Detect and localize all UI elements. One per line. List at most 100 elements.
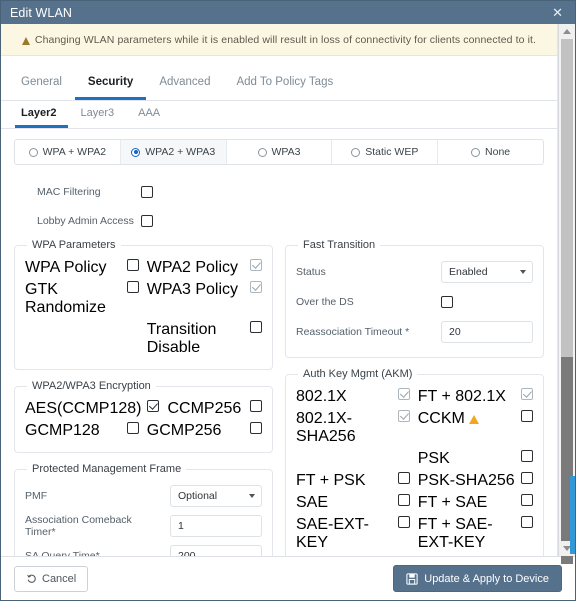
field-label: FT + SAE [417, 494, 488, 511]
field-akm-psk-sha256: PSK-SHA256 [418, 472, 533, 490]
akm-row-3: PSK [296, 448, 533, 470]
pmf-select[interactable]: Optional [170, 485, 262, 507]
field-label: AES(CCMP128) [25, 400, 142, 417]
field-gcmp256: GCMP256 [147, 422, 262, 440]
field-label: FT + 802.1X [417, 388, 506, 405]
aes-ccmp128-checkbox[interactable] [147, 400, 160, 412]
gtk-randomize-checkbox[interactable] [126, 281, 139, 293]
pmf-section: Protected Management Frame PMF Optional … [14, 463, 273, 556]
radio-none[interactable]: None [438, 140, 543, 164]
field-reassociation-timeout: Reassociation Timeout * [296, 317, 533, 347]
fast-transition-legend: Fast Transition [303, 239, 376, 251]
update-apply-button-label: Update & Apply to Device [424, 572, 549, 585]
akm-section: Auth Key Mgmt (AKM) 802.1X FT + 802.1X 8… [285, 368, 544, 556]
akm-spacer [296, 450, 410, 468]
tab-layer3[interactable]: Layer3 [68, 101, 126, 128]
tab-security[interactable]: Security [74, 67, 147, 100]
tab-aaa[interactable]: AAA [126, 101, 172, 128]
association-comeback-timer-input[interactable] [170, 515, 262, 537]
akm-ft-psk-checkbox[interactable] [397, 472, 410, 484]
vertical-scrollbar[interactable] [558, 24, 575, 564]
field-label: WPA2 Policy [146, 259, 239, 276]
field-akm-ft-psk: FT + PSK [296, 472, 410, 490]
close-icon[interactable]: ✕ [549, 4, 566, 21]
ft-status-select[interactable]: Enabled [441, 261, 533, 283]
sa-query-time-input[interactable] [170, 545, 262, 556]
field-label: 802.1X-SHA256 [296, 410, 356, 445]
dialog-title: Edit WLAN [10, 5, 73, 20]
field-label: CCMP256 [167, 400, 242, 417]
lobby-admin-access-checkbox[interactable] [141, 214, 153, 227]
akm-ft-sae-checkbox[interactable] [521, 494, 533, 506]
wpa-row-3: Transition Disable [25, 319, 262, 359]
chevron-up-icon [563, 29, 571, 34]
tab-advanced[interactable]: Advanced [146, 67, 223, 100]
field-sa-query-time: SA Query Time* [25, 541, 262, 556]
akm-row-6: SAE-EXT-KEY FT + SAE-EXT-KEY [296, 514, 533, 554]
field-akm-sae-ext-key: SAE-EXT-KEY [296, 516, 410, 552]
wpa-row-2: GTK Randomize WPA3 Policy [25, 279, 262, 319]
scrollbar-thumb-upper[interactable] [561, 39, 573, 357]
field-akm-psk: PSK [418, 450, 533, 468]
wpa-policy-checkbox[interactable] [126, 259, 139, 271]
field-akm-ft-sae: FT + SAE [418, 494, 533, 512]
akm-8021x-checkbox[interactable] [397, 388, 410, 400]
wpa3-policy-checkbox[interactable] [250, 281, 262, 293]
radio-icon [257, 147, 267, 157]
field-transition-disable: Transition Disable [147, 321, 262, 357]
radio-icon [28, 147, 38, 157]
tab-layer2[interactable]: Layer2 [15, 101, 69, 128]
gcmp128-checkbox[interactable] [126, 422, 139, 434]
page-accent-edge [570, 476, 575, 554]
akm-row-5: SAE FT + SAE [296, 492, 533, 514]
radio-label: Static WEP [365, 146, 419, 158]
gcmp256-checkbox[interactable] [250, 422, 262, 434]
akm-sae-ext-key-checkbox[interactable] [397, 516, 410, 528]
radio-wpa-wpa2[interactable]: WPA + WPA2 [15, 140, 121, 164]
field-label: FT + PSK [296, 472, 366, 489]
field-akm-8021x-sha256: 802.1X-SHA256 [296, 410, 410, 446]
radio-wpa2-wpa3[interactable]: WPA2 + WPA3 [120, 140, 227, 164]
field-association-comeback-timer: Association Comeback Timer* [25, 511, 262, 541]
field-gcmp128: GCMP128 [25, 422, 139, 440]
akm-cckm-checkbox[interactable] [521, 410, 533, 422]
akm-psk-sha256-checkbox[interactable] [521, 472, 533, 484]
cancel-button[interactable]: Cancel [14, 565, 89, 592]
tab-general[interactable]: General [15, 67, 75, 100]
akm-8021x-sha256-checkbox[interactable] [397, 410, 410, 422]
field-label: FT + SAE-EXT-KEY [417, 516, 493, 551]
over-the-ds-checkbox[interactable] [441, 296, 453, 308]
tab-add-to-policy-tags[interactable]: Add To Policy Tags [223, 67, 346, 100]
encryption-row-2: GCMP128 GCMP256 [25, 420, 262, 442]
radio-label: WPA + WPA2 [42, 146, 107, 158]
field-label: WPA Policy [25, 259, 107, 276]
cancel-button-label: Cancel [42, 572, 77, 585]
update-apply-button[interactable]: Update & Apply to Device [393, 565, 562, 592]
left-column: WPA Parameters WPA Policy WPA2 Policy GT… [14, 239, 273, 556]
radio-label: WPA3 [271, 146, 301, 158]
akm-psk-checkbox[interactable] [521, 450, 533, 462]
ccmp256-checkbox[interactable] [250, 400, 262, 412]
field-label: Transition Disable [146, 321, 217, 356]
wpa2-policy-checkbox[interactable] [250, 259, 262, 271]
field-wpa3-policy: WPA3 Policy [147, 281, 262, 317]
undo-arrow-icon [26, 574, 36, 583]
field-over-the-ds: Over the DS [296, 287, 533, 317]
fast-transition-section: Fast Transition Status Enabled Over the … [285, 239, 544, 358]
top-options: MAC Filtering Lobby Admin Access [1, 165, 557, 235]
reassociation-timeout-input[interactable] [441, 321, 533, 343]
field-label: Over the DS [296, 296, 354, 308]
transition-disable-checkbox[interactable] [250, 321, 262, 333]
radio-wpa3[interactable]: WPA3 [227, 140, 333, 164]
mac-filtering-checkbox[interactable] [141, 185, 153, 198]
radio-label: None [485, 146, 511, 158]
akm-legend: Auth Key Mgmt (AKM) [303, 368, 413, 380]
akm-ft-sae-ext-key-checkbox[interactable] [521, 516, 533, 528]
settings-columns: WPA Parameters WPA Policy WPA2 Policy GT… [1, 235, 557, 556]
field-label: Reassociation Timeout * [296, 326, 410, 338]
akm-sae-checkbox[interactable] [397, 494, 410, 506]
akm-ft-8021x-checkbox[interactable] [521, 388, 533, 400]
radio-static-wep[interactable]: Static WEP [332, 140, 439, 164]
scroll-up-button[interactable] [559, 24, 575, 39]
sub-tabs: Layer2 Layer3 AAA [1, 101, 557, 129]
